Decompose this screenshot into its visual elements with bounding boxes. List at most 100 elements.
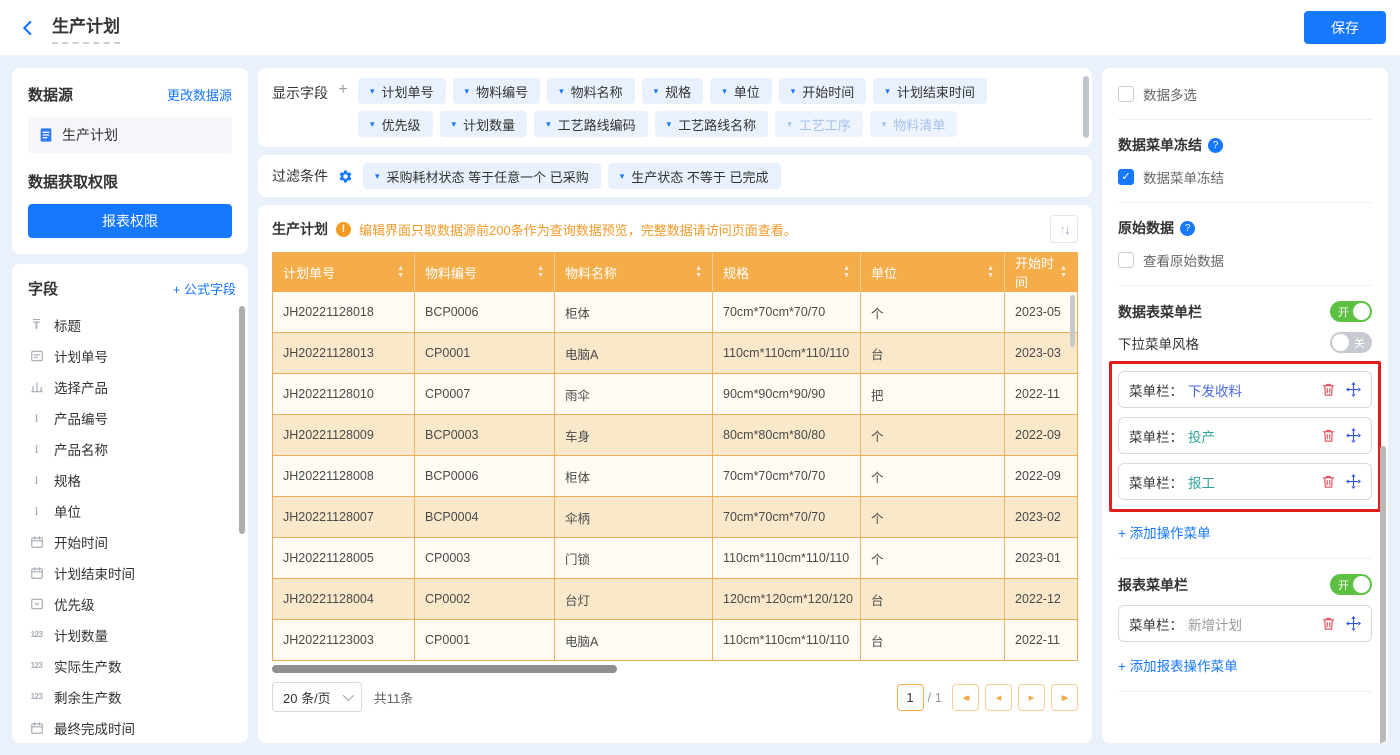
move-icon[interactable] [1346, 474, 1361, 489]
display-field-tag[interactable]: ▾单位 [710, 78, 772, 104]
move-icon[interactable] [1346, 428, 1361, 443]
field-item[interactable]: 123计划数量 [28, 619, 236, 650]
column-header[interactable]: 规格▲▼ [713, 253, 861, 291]
field-item[interactable]: 123实际生产数 [28, 650, 236, 681]
dropdown-style-toggle[interactable]: 关 [1330, 332, 1372, 353]
display-field-tag[interactable]: ▾物料编号 [453, 78, 541, 104]
menu-bar-name[interactable]: 下发收料 [1188, 380, 1242, 400]
table-row[interactable]: JH20221128010CP0007雨伞90cm*90cm*90/90把202… [273, 373, 1077, 414]
next-page-button[interactable]: ▸ [1018, 684, 1045, 711]
gear-icon[interactable] [338, 169, 353, 184]
column-header[interactable]: 物料名称▲▼ [555, 253, 713, 291]
sort-carets-icon[interactable]: ▲▼ [397, 266, 404, 279]
field-item[interactable]: 123剩余生产数 [28, 681, 236, 712]
fields-scrollbar[interactable] [239, 306, 245, 534]
field-item[interactable]: I规格 [28, 464, 236, 495]
table-menu-toggle[interactable]: 开 [1330, 301, 1372, 322]
table-vertical-scrollbar[interactable] [1070, 295, 1075, 347]
menu-bar-item[interactable]: 菜单栏：下发收料 [1118, 371, 1372, 408]
display-panel-scrollbar[interactable] [1083, 76, 1089, 138]
report-menu-toggle[interactable]: 开 [1330, 574, 1372, 595]
back-button[interactable] [14, 14, 42, 42]
field-item[interactable]: T标题 [28, 309, 236, 340]
field-item[interactable]: 优先级 [28, 588, 236, 619]
table-row[interactable]: JH20221128018BCP0006柜体70cm*70cm*70/70个20… [273, 291, 1077, 332]
trash-icon[interactable] [1321, 474, 1336, 489]
field-item[interactable]: 选择产品 [28, 371, 236, 402]
display-field-tag[interactable]: ▾计划结束时间 [873, 78, 987, 104]
table-row[interactable]: JH20221128007BCP0004伞柄70cm*70cm*70/70个20… [273, 496, 1077, 537]
move-icon[interactable] [1346, 616, 1361, 631]
multi-select-checkbox[interactable] [1118, 86, 1134, 102]
display-field-tag[interactable]: ▾工艺路线编码 [534, 111, 648, 137]
filter-condition-tag[interactable]: ▾采购耗材状态 等于任意一个 已采购 [363, 163, 601, 189]
horizontal-scrollbar[interactable] [272, 665, 617, 673]
table-cell: JH20221123003 [273, 620, 415, 660]
move-icon[interactable] [1346, 382, 1361, 397]
trash-icon[interactable] [1321, 428, 1336, 443]
menu-bar-name[interactable]: 新增计划 [1188, 614, 1242, 634]
filter-condition-tag[interactable]: ▾生产状态 不等于 已完成 [608, 163, 781, 189]
help-icon[interactable]: ? [1180, 221, 1195, 236]
field-item[interactable]: I产品编号 [28, 402, 236, 433]
add-formula-field-link[interactable]: + 公式字段 [173, 279, 236, 298]
first-page-button[interactable]: ◂◂ [952, 684, 979, 711]
field-item[interactable]: 最终完成时间 [28, 712, 236, 743]
menu-bar-name[interactable]: 报工 [1188, 472, 1215, 492]
chevron-down-icon: ▾ [465, 87, 470, 96]
trash-icon[interactable] [1321, 616, 1336, 631]
display-field-tag[interactable]: ▾规格 [642, 78, 704, 104]
raw-data-checkbox[interactable] [1118, 252, 1134, 268]
menu-bar-item[interactable]: 菜单栏：报工 [1118, 463, 1372, 500]
display-field-tag[interactable]: ▾工艺工序 [775, 111, 863, 137]
sort-carets-icon[interactable]: ▲▼ [987, 266, 994, 279]
column-header[interactable]: 物料编号▲▼ [415, 253, 555, 291]
last-page-button[interactable]: ▸▸ [1051, 684, 1078, 711]
add-report-menu-link[interactable]: + 添加报表操作菜单 [1118, 655, 1238, 675]
menu-bar-item[interactable]: 菜单栏：投产 [1118, 417, 1372, 454]
field-item[interactable]: I单位 [28, 495, 236, 526]
display-field-tag[interactable]: ▾开始时间 [779, 78, 867, 104]
help-icon[interactable]: ? [1208, 138, 1223, 153]
add-action-menu-link[interactable]: + 添加操作菜单 [1118, 522, 1211, 542]
display-field-tag[interactable]: ▾物料名称 [547, 78, 635, 104]
chevron-down-icon [342, 690, 353, 701]
sort-carets-icon[interactable]: ▲▼ [1060, 266, 1067, 279]
table-row[interactable]: JH20221123003CP0001电脑A110cm*110cm*110/11… [273, 619, 1077, 660]
report-permission-button[interactable]: 报表权限 [28, 204, 232, 238]
field-item[interactable]: I产品名称 [28, 433, 236, 464]
display-field-tag[interactable]: ▾物料清单 [870, 111, 958, 137]
add-display-field-button[interactable]: + [336, 81, 350, 137]
page-size-select[interactable]: 20 条/页 [272, 682, 362, 712]
settings-scrollbar[interactable] [1380, 446, 1386, 743]
display-field-tag[interactable]: ▾工艺路线名称 [655, 111, 769, 137]
menu-bar-item[interactable]: 菜单栏：新增计划 [1118, 605, 1372, 642]
save-button[interactable]: 保存 [1304, 11, 1386, 44]
column-header[interactable]: 开始时间▲▼ [1005, 253, 1077, 291]
field-item[interactable]: 计划单号 [28, 340, 236, 371]
sort-carets-icon[interactable]: ▲▼ [843, 266, 850, 279]
display-field-tag[interactable]: ▾优先级 [358, 111, 433, 137]
sort-carets-icon[interactable]: ▲▼ [695, 266, 702, 279]
table-row[interactable]: JH20221128009BCP0003车身80cm*80cm*80/80个20… [273, 414, 1077, 455]
datasource-item[interactable]: 生产计划 [28, 117, 232, 153]
display-field-tag[interactable]: ▾计划单号 [358, 78, 446, 104]
table-row[interactable]: JH20221128004CP0002台灯120cm*120cm*120/120… [273, 578, 1077, 619]
column-header[interactable]: 单位▲▼ [861, 253, 1005, 291]
field-item[interactable]: 开始时间 [28, 526, 236, 557]
menu-bar-prefix: 菜单栏： [1129, 426, 1183, 446]
menu-bar-name[interactable]: 投产 [1188, 426, 1215, 446]
sort-order-button[interactable]: ↑↓ [1050, 215, 1078, 243]
trash-icon[interactable] [1321, 382, 1336, 397]
sort-carets-icon[interactable]: ▲▼ [537, 266, 544, 279]
change-datasource-link[interactable]: 更改数据源 [167, 85, 232, 104]
table-row[interactable]: JH20221128005CP0003门锁110cm*110cm*110/110… [273, 537, 1077, 578]
table-row[interactable]: JH20221128013CP0001电脑A110cm*110cm*110/11… [273, 332, 1077, 373]
display-field-tag[interactable]: ▾计划数量 [440, 111, 528, 137]
field-item[interactable]: 计划结束时间 [28, 557, 236, 588]
table-row[interactable]: JH20221128008BCP0006柜体70cm*70cm*70/70个20… [273, 455, 1077, 496]
prev-page-button[interactable]: ◂ [985, 684, 1012, 711]
current-page-box[interactable]: 1 [897, 684, 924, 711]
column-header[interactable]: 计划单号▲▼ [273, 253, 415, 291]
freeze-checkbox[interactable] [1118, 169, 1134, 185]
